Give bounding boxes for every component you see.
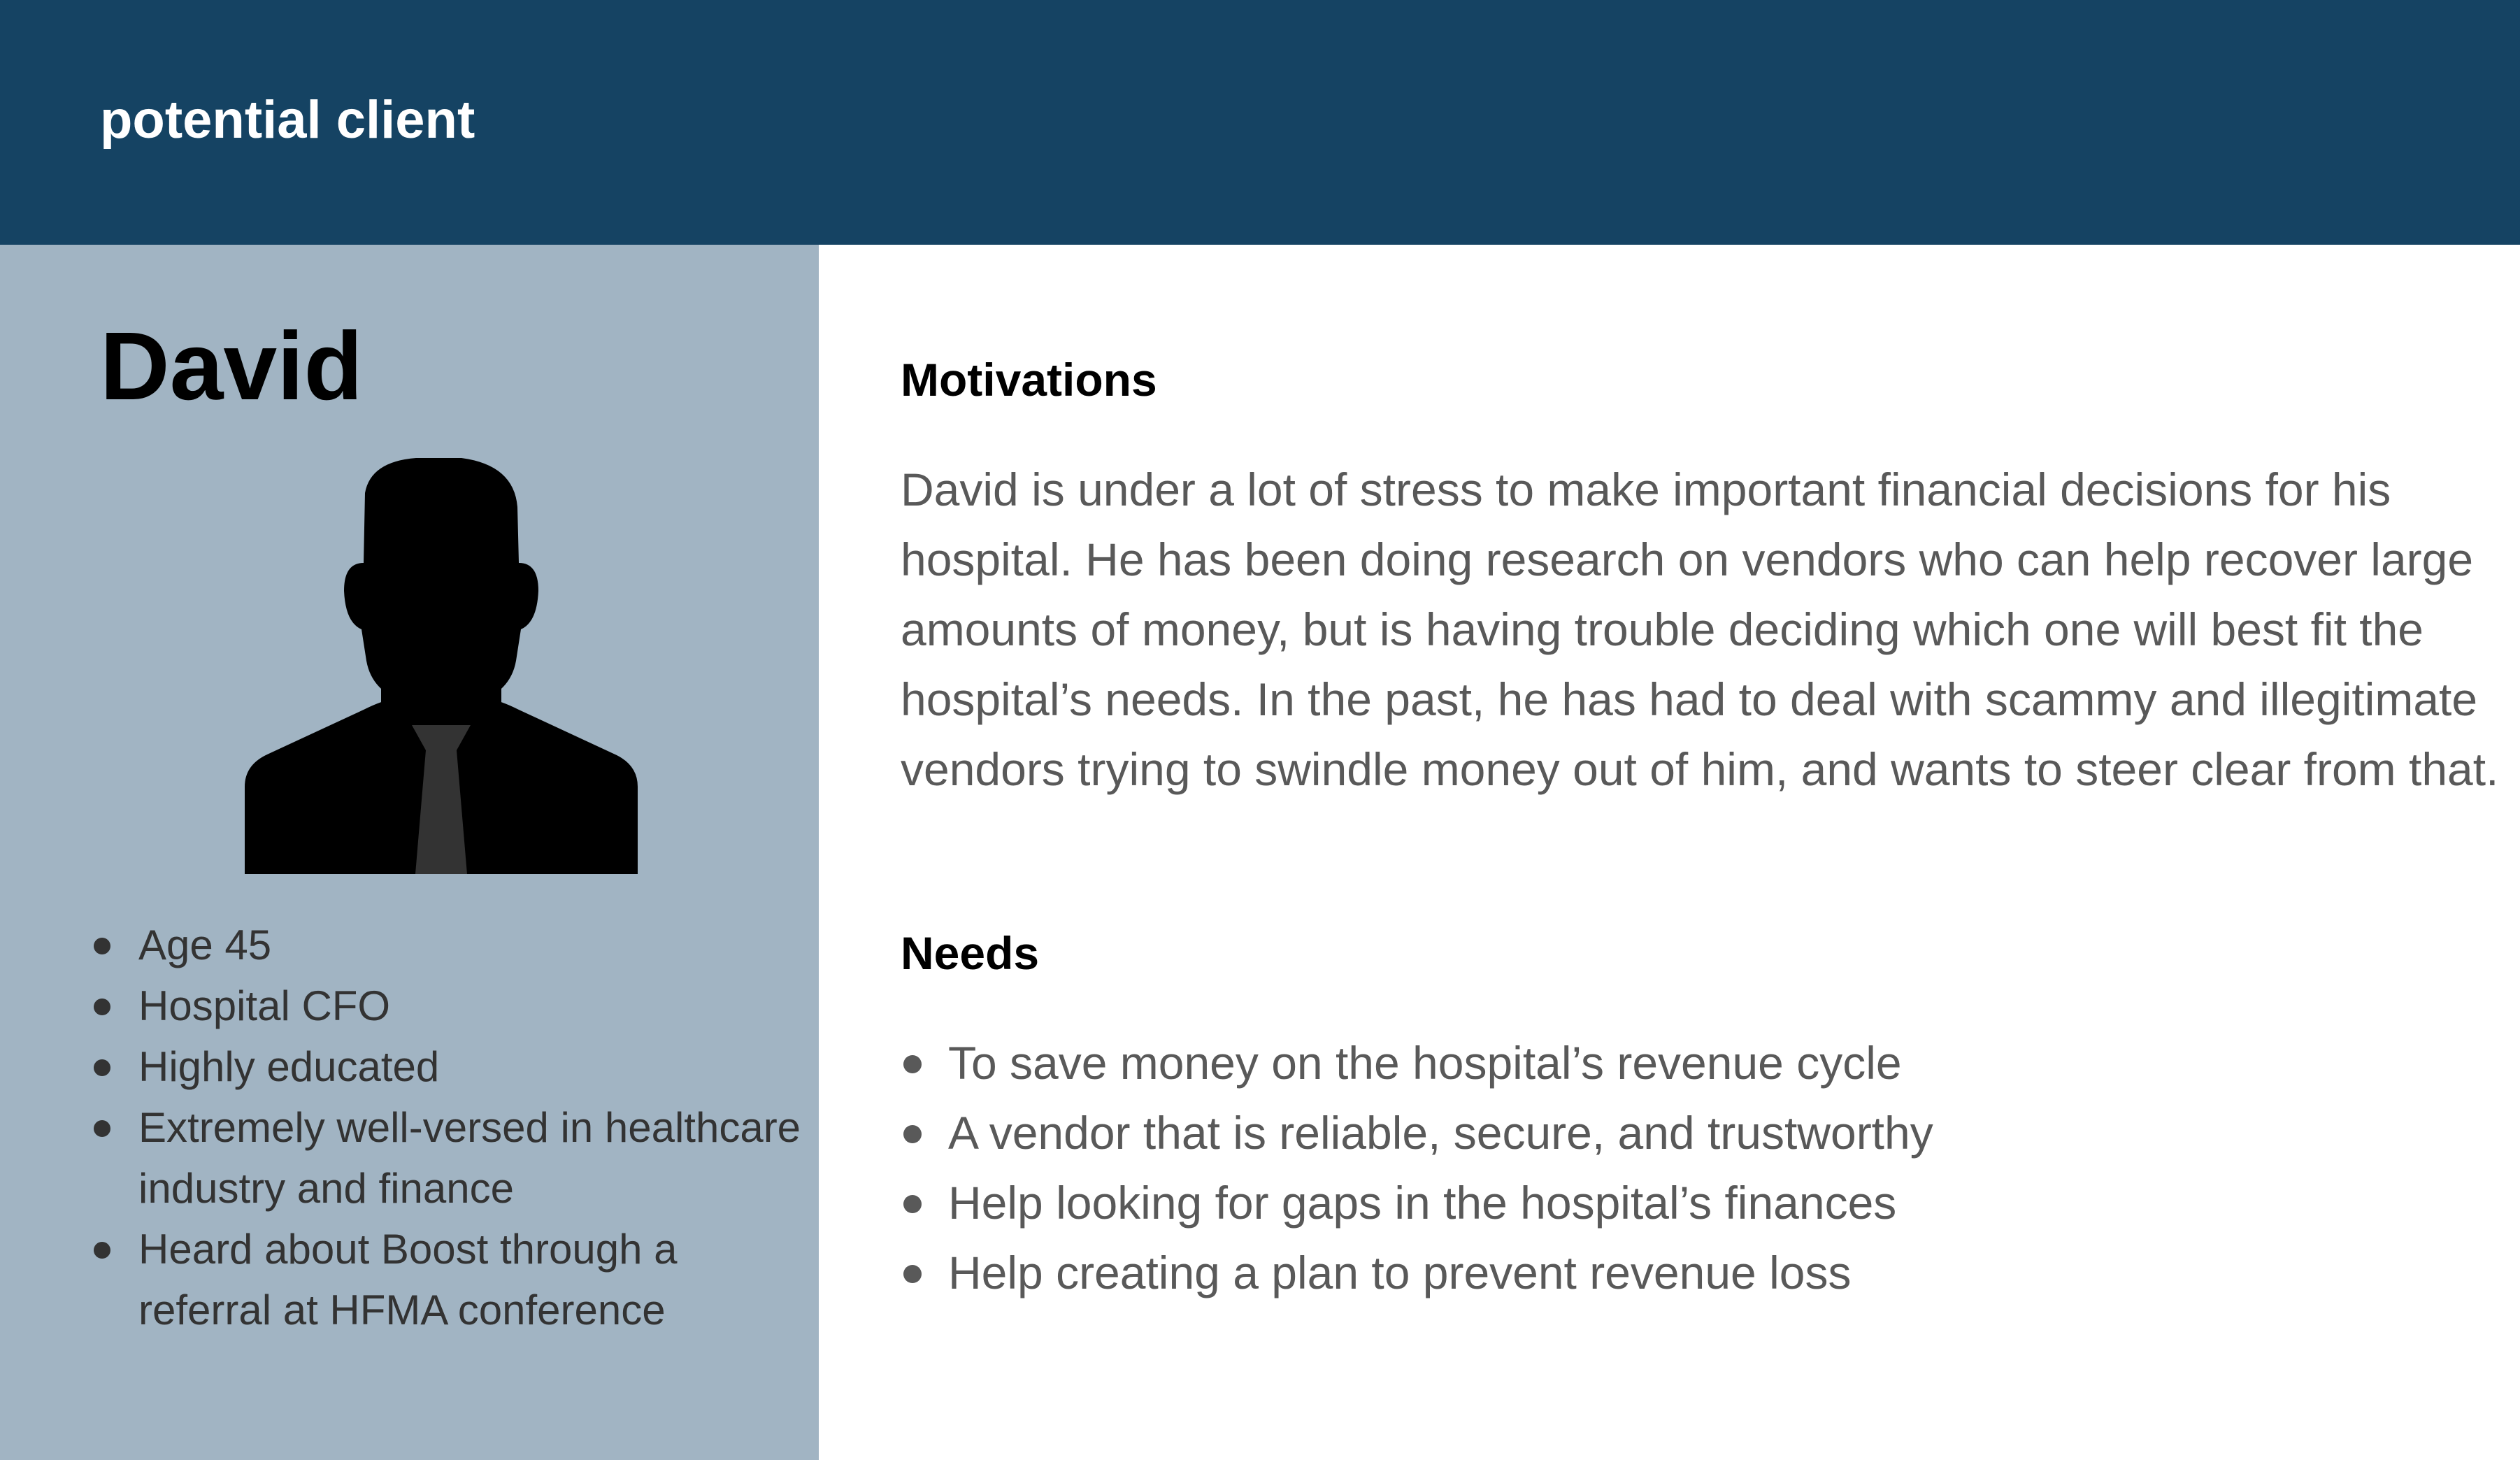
motivations-text: David is under a lot of stress to make i… <box>901 464 2499 795</box>
attribute-text: Age 45 <box>138 922 272 968</box>
attribute-text: Heard about Boost through a referral at … <box>138 1226 678 1333</box>
list-item: Heard about Boost through a referral at … <box>84 1219 811 1340</box>
list-item: Help looking for gaps in the hospital’s … <box>901 1168 2474 1238</box>
persona-attributes-list: Age 45 Hospital CFO Highly educated Extr… <box>84 915 811 1340</box>
list-item: Highly educated <box>84 1036 811 1097</box>
bullet-icon <box>903 1195 922 1213</box>
need-text: A vendor that is reliable, secure, and t… <box>948 1107 1933 1159</box>
needs-heading: Needs <box>901 927 1040 979</box>
attribute-text: Hospital CFO <box>138 982 391 1029</box>
header-bar: potential client <box>0 0 2520 245</box>
bullet-icon <box>94 1059 110 1076</box>
bullet-icon <box>903 1055 922 1073</box>
bullet-icon <box>94 1120 110 1137</box>
list-item: Age 45 <box>84 915 811 975</box>
persona-name: David <box>100 313 363 420</box>
list-item: A vendor that is reliable, secure, and t… <box>901 1098 2474 1168</box>
page-title: potential client <box>100 90 475 150</box>
need-text: Help creating a plan to prevent revenue … <box>948 1247 1852 1298</box>
avatar-head <box>344 458 538 703</box>
bullet-icon <box>94 1242 110 1259</box>
list-item: Hospital CFO <box>84 975 811 1036</box>
bullet-icon <box>94 999 110 1015</box>
list-item: Extremely well-versed in healthcare indu… <box>84 1097 811 1219</box>
motivations-heading: Motivations <box>901 354 1157 406</box>
need-text: To save money on the hospital’s revenue … <box>948 1037 1902 1089</box>
needs-list: To save money on the hospital’s revenue … <box>901 1028 2474 1308</box>
bullet-icon <box>94 938 110 954</box>
bullet-icon <box>903 1265 922 1283</box>
need-text: Help looking for gaps in the hospital’s … <box>948 1177 1897 1229</box>
list-item: To save money on the hospital’s revenue … <box>901 1028 2474 1098</box>
businessman-silhouette-icon <box>245 458 638 874</box>
list-item: Help creating a plan to prevent revenue … <box>901 1238 2474 1308</box>
attribute-text: Highly educated <box>138 1043 440 1090</box>
bullet-icon <box>903 1125 922 1143</box>
attribute-text: Extremely well-versed in healthcare indu… <box>138 1104 801 1212</box>
